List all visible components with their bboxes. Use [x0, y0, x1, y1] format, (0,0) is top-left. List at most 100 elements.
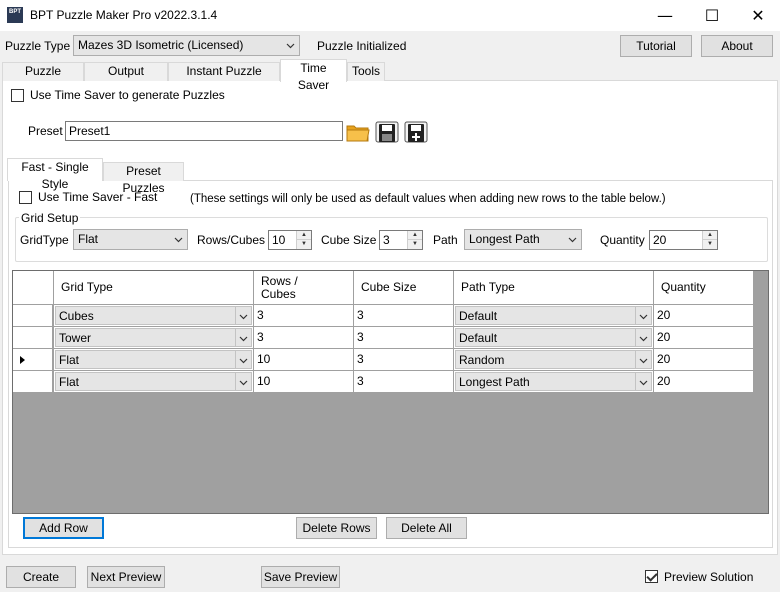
row-header[interactable]	[13, 305, 53, 327]
spin-down-icon[interactable]: ▼	[297, 240, 311, 249]
save-icon[interactable]	[375, 121, 399, 143]
cell-grid-type-select[interactable]: Tower	[55, 328, 252, 347]
cell-path-type-select[interactable]: Longest Path	[455, 372, 652, 391]
chevron-down-icon[interactable]	[235, 351, 251, 369]
chevron-down-icon[interactable]	[635, 329, 651, 347]
preview-solution-checkbox[interactable]	[645, 570, 658, 583]
cell-cube-size[interactable]: 3	[354, 371, 454, 393]
cell-grid-type-select[interactable]: Cubes	[55, 306, 252, 325]
next-preview-button[interactable]: Next Preview	[87, 566, 165, 588]
cell-path-type[interactable]: Default	[454, 305, 654, 327]
column-header-cube-size[interactable]: Cube Size	[354, 271, 454, 305]
cell-path-type-select[interactable]: Random	[455, 350, 652, 369]
column-header-quantity[interactable]: Quantity	[654, 271, 754, 305]
table-row[interactable]: Flat 10 3 Random 20	[13, 349, 754, 371]
puzzle-type-select[interactable]: Mazes 3D Isometric (Licensed)	[73, 35, 300, 56]
path-select[interactable]: Longest Path	[464, 229, 582, 250]
puzzle-rows-grid[interactable]: Grid Type Rows / Cubes Cube Size Path Ty…	[12, 270, 769, 514]
delete-rows-button[interactable]: Delete Rows	[296, 517, 377, 539]
rows-cubes-stepper[interactable]: 10 ▲ ▼	[268, 230, 312, 250]
cell-grid-type-value: Flat	[59, 353, 80, 367]
cell-grid-type[interactable]: Tower	[54, 327, 254, 349]
cube-size-stepper[interactable]: 3 ▲ ▼	[379, 230, 423, 250]
tab-instant-puzzle-books[interactable]: Instant Puzzle Books	[168, 62, 280, 95]
quantity-stepper[interactable]: 20 ▲ ▼	[649, 230, 718, 250]
grid-setup-title: Grid Setup	[19, 211, 81, 225]
tab-preset-puzzles[interactable]: Preset Puzzles	[103, 162, 184, 195]
tab-output-settings[interactable]: Output Settings	[84, 62, 168, 95]
cell-path-type[interactable]: Random	[454, 349, 654, 371]
spin-buttons[interactable]: ▲ ▼	[296, 231, 311, 249]
spin-buttons[interactable]: ▲ ▼	[407, 231, 422, 249]
cell-grid-type[interactable]: Flat	[54, 349, 254, 371]
tab-tools[interactable]: Tools	[347, 62, 385, 81]
title-bar: BPT BPT Puzzle Maker Pro v2022.3.1.4 — ☐…	[0, 0, 780, 31]
preset-input[interactable]: Preset1	[65, 121, 343, 141]
chevron-down-icon	[174, 237, 183, 243]
maximize-button[interactable]: ☐	[689, 0, 735, 31]
cell-cube-size[interactable]: 3	[354, 349, 454, 371]
cell-quantity[interactable]: 20	[654, 305, 754, 327]
cell-quantity[interactable]: 20	[654, 349, 754, 371]
cell-path-type-select[interactable]: Default	[455, 328, 652, 347]
cell-cube-size[interactable]: 3	[354, 327, 454, 349]
row-header[interactable]	[13, 327, 53, 349]
save-as-icon[interactable]	[404, 121, 428, 143]
cell-grid-type-value: Tower	[59, 331, 92, 345]
spin-buttons[interactable]: ▲ ▼	[702, 231, 717, 249]
cell-rows-cubes-value: 10	[257, 374, 271, 388]
table-row[interactable]: Flat 10 3 Longest Path 20	[13, 371, 754, 393]
cell-grid-type[interactable]: Cubes	[54, 305, 254, 327]
chevron-down-icon[interactable]	[235, 307, 251, 325]
cell-quantity[interactable]: 20	[654, 371, 754, 393]
delete-all-button[interactable]: Delete All	[386, 517, 467, 539]
chevron-down-icon[interactable]	[635, 351, 651, 369]
table-row[interactable]: Tower 3 3 Default 20	[13, 327, 754, 349]
tutorial-button[interactable]: Tutorial	[620, 35, 692, 57]
use-time-saver-checkbox[interactable]	[11, 89, 24, 102]
add-row-button[interactable]: Add Row	[23, 517, 104, 539]
row-header[interactable]	[13, 371, 53, 393]
cell-path-type-select[interactable]: Default	[455, 306, 652, 325]
about-button[interactable]: About	[701, 35, 773, 57]
cell-path-type[interactable]: Default	[454, 327, 654, 349]
cell-rows-cubes[interactable]: 10	[254, 371, 354, 393]
tab-fast-single-style[interactable]: Fast - Single Style	[7, 158, 103, 191]
column-header-rows-cubes[interactable]: Rows / Cubes	[254, 271, 354, 305]
cell-path-type[interactable]: Longest Path	[454, 371, 654, 393]
cell-rows-cubes[interactable]: 10	[254, 349, 354, 371]
spin-down-icon[interactable]: ▼	[703, 240, 717, 249]
spin-down-icon[interactable]: ▼	[408, 240, 422, 249]
preview-solution-label: Preview Solution	[664, 570, 754, 584]
path-value: Longest Path	[469, 232, 540, 246]
cell-quantity[interactable]: 20	[654, 327, 754, 349]
grid-corner[interactable]	[13, 271, 54, 305]
chevron-down-icon[interactable]	[635, 373, 651, 391]
cell-rows-cubes[interactable]: 3	[254, 305, 354, 327]
tab-puzzle-settings[interactable]: Puzzle Settings	[2, 62, 84, 95]
save-preview-button[interactable]: Save Preview	[261, 566, 340, 588]
cell-grid-type-select[interactable]: Flat	[55, 372, 252, 391]
open-folder-icon[interactable]	[346, 121, 370, 143]
spin-up-icon[interactable]: ▲	[297, 231, 311, 240]
row-header[interactable]	[13, 349, 53, 371]
chevron-down-icon[interactable]	[635, 307, 651, 325]
create-button[interactable]: Create	[6, 566, 76, 588]
cell-grid-type-select[interactable]: Flat	[55, 350, 252, 369]
use-fast-checkbox[interactable]	[19, 191, 32, 204]
column-header-grid-type[interactable]: Grid Type	[54, 271, 254, 305]
chevron-down-icon[interactable]	[235, 329, 251, 347]
minimize-button[interactable]: —	[642, 0, 688, 31]
chevron-down-icon[interactable]	[235, 373, 251, 391]
gridtype-select[interactable]: Flat	[73, 229, 188, 250]
close-button[interactable]: ✕	[735, 0, 780, 31]
cell-rows-cubes[interactable]: 3	[254, 327, 354, 349]
cube-size-value: 3	[383, 233, 390, 247]
cell-grid-type[interactable]: Flat	[54, 371, 254, 393]
tab-time-saver[interactable]: Time Saver	[280, 59, 347, 92]
cell-cube-size[interactable]: 3	[354, 305, 454, 327]
table-row[interactable]: Cubes 3 3 Default 20	[13, 305, 754, 327]
column-header-path-type[interactable]: Path Type	[454, 271, 654, 305]
spin-up-icon[interactable]: ▲	[408, 231, 422, 240]
spin-up-icon[interactable]: ▲	[703, 231, 717, 240]
